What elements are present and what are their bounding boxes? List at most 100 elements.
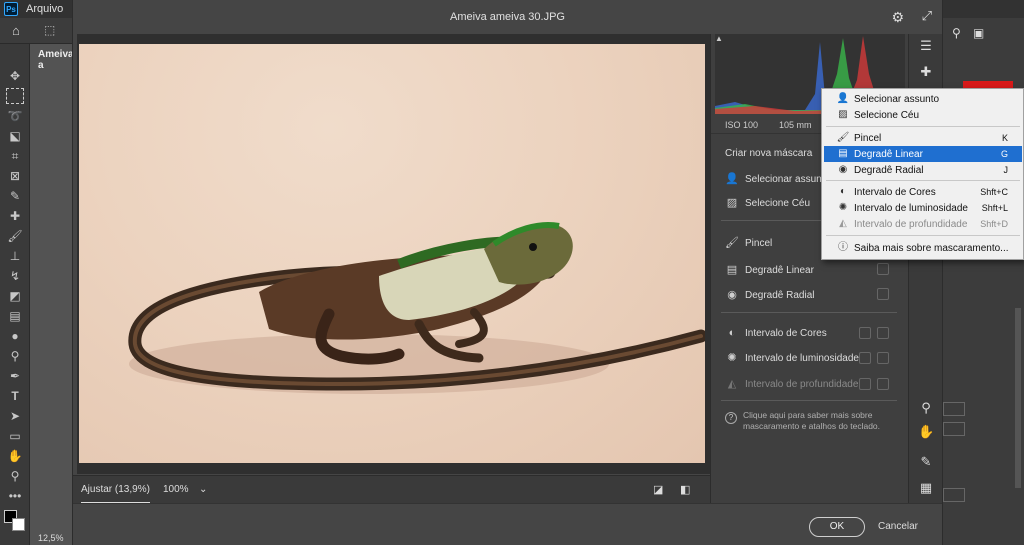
zoom-tool-icon[interactable]: ⚲ <box>6 468 24 484</box>
grid-icon[interactable]: ▦ <box>918 480 934 496</box>
linear-gradient-icon: ▤ <box>838 148 848 159</box>
hand-tool-icon[interactable]: ✋ <box>6 448 24 464</box>
shortcut-key-j <box>877 288 889 300</box>
person-icon: 👤 <box>836 93 850 104</box>
option-linear-gradient[interactable]: ▤ Degradê Linear <box>725 262 814 278</box>
workspace-icon[interactable]: ▣ <box>973 26 984 40</box>
crop-view-icon[interactable]: ◪ <box>653 476 663 504</box>
tools-panel: ✥ ➰ ⬕ ⌗ ⊠ ✎ ✚ 🖌 ⊥ ↯ ◩ ▤ ● ⚲ ✒ T ➤ ▭ ✋ ⚲ … <box>0 44 30 545</box>
photo-preview <box>79 44 708 463</box>
shadow-clip-icon[interactable]: ▲ <box>715 34 723 43</box>
shortcut-key-g <box>877 263 889 275</box>
type-tool-icon[interactable]: T <box>6 388 24 404</box>
expand-icon[interactable]: ⤢ <box>922 8 932 24</box>
cancel-button[interactable]: Cancelar <box>873 517 923 537</box>
menu-item-linear-gradient[interactable]: ▤ Degradê Linear G <box>824 146 1022 162</box>
depth-range-icon: ◭ <box>839 218 847 229</box>
lasso-tool-icon[interactable]: ➰ <box>6 108 24 124</box>
background-color-swatch[interactable] <box>12 518 25 531</box>
panel-field[interactable] <box>943 402 965 416</box>
move-tool-icon[interactable]: ✥ <box>6 68 24 84</box>
radial-gradient-icon: ◉ <box>727 289 737 301</box>
object-select-tool-icon[interactable]: ⬕ <box>6 128 24 144</box>
menu-item-select-sky[interactable]: ▨ Selecione Céu <box>824 107 1022 123</box>
divider <box>721 312 897 313</box>
edit-sliders-icon[interactable]: ☰ <box>918 38 934 54</box>
person-icon: 👤 <box>725 173 739 185</box>
menu-item-select-subject[interactable]: 👤 Selecionar assunto <box>824 91 1022 107</box>
menu-divider <box>826 235 1020 236</box>
divider <box>721 400 897 401</box>
crop-tool-icon[interactable]: ⌗ <box>6 148 24 164</box>
option-depth-range: ◭ Intervalo de profundidade <box>725 376 859 392</box>
shortcut-key-shift <box>859 378 871 390</box>
search-icon[interactable]: ⚲ <box>952 26 961 40</box>
luminance-range-icon: ✺ <box>727 352 737 364</box>
menu-divider <box>826 180 1020 181</box>
zoom-100-button[interactable]: 100% <box>163 476 189 504</box>
document-tab[interactable]: Ameiva a <box>32 44 74 71</box>
depth-range-icon: ◭ <box>727 378 737 390</box>
gear-icon[interactable]: ⚙ <box>891 9 904 26</box>
zoom-icon[interactable]: ⚲ <box>918 400 934 416</box>
eyedropper-tool-icon[interactable]: ✎ <box>6 188 24 204</box>
help-icon: ? <box>725 412 737 424</box>
color-range-icon: ◐ <box>839 186 847 197</box>
path-select-tool-icon[interactable]: ➤ <box>6 408 24 424</box>
healing-icon[interactable]: ✚ <box>918 64 934 80</box>
healing-brush-tool-icon[interactable]: ✚ <box>6 208 24 224</box>
ok-button[interactable]: OK <box>809 517 865 537</box>
frame-tool-icon[interactable]: ⊠ <box>6 168 24 184</box>
menu-item-learn-masking[interactable]: ⓘ Saiba mais sobre mascaramento... <box>824 240 1022 256</box>
sky-icon: ▨ <box>838 109 848 120</box>
zoom-status: 12,5% <box>38 533 64 543</box>
option-select-sky[interactable]: ▨ Selecione Céu <box>725 195 810 211</box>
brush-icon: 🖌 <box>725 237 739 249</box>
brush-tool-icon[interactable]: 🖌 <box>6 228 24 244</box>
eraser-tool-icon[interactable]: ◩ <box>6 288 24 304</box>
menu-item-radial-gradient[interactable]: ◉ Degradê Radial J <box>824 162 1022 178</box>
brush-icon: 🖌 <box>836 132 850 143</box>
panel-scrollbar[interactable] <box>1015 308 1021 488</box>
menu-divider <box>826 126 1020 127</box>
hand-icon[interactable]: ✋ <box>918 424 934 440</box>
menu-item-luminance-range[interactable]: ✺ Intervalo de luminosidade Shft+L <box>824 200 1022 216</box>
option-radial-gradient[interactable]: ◉ Degradê Radial <box>725 287 814 303</box>
fit-zoom-button[interactable]: Ajustar (13,9%) <box>81 476 150 504</box>
before-after-icon[interactable]: ◧ <box>680 476 690 504</box>
create-mask-title: Criar nova máscara <box>725 148 813 159</box>
shortcut-key-l <box>877 352 889 364</box>
option-luminance-range[interactable]: ✺ Intervalo de luminosidade <box>725 350 859 366</box>
panel-field[interactable] <box>943 422 965 436</box>
photoshop-logo: Ps <box>4 2 18 16</box>
option-select-subject[interactable]: 👤 Selecionar assunto <box>725 171 830 187</box>
mask-type-menu: 👤 Selecionar assunto ▨ Selecione Céu 🖌 Pinc… <box>821 88 1024 260</box>
color-sampler-icon[interactable]: ✎ <box>918 454 934 470</box>
option-color-range[interactable]: ◐ Intervalo de Cores <box>725 325 827 341</box>
blur-tool-icon[interactable]: ● <box>6 328 24 344</box>
lizard-image <box>128 222 708 394</box>
menu-arquivo[interactable]: Arquivo <box>26 3 63 15</box>
zoom-dropdown-icon[interactable]: ⌄ <box>199 476 207 504</box>
sky-icon: ▨ <box>726 197 738 209</box>
option-brush[interactable]: 🖌 Pincel <box>725 235 772 251</box>
image-canvas[interactable] <box>77 34 710 474</box>
menu-item-depth-range: ◭ Intervalo de profundidade Shft+D <box>824 216 1022 232</box>
marquee-options-icon[interactable]: ⬚ <box>44 23 55 37</box>
color-range-icon: ◐ <box>728 327 736 339</box>
panel-field[interactable] <box>943 488 965 502</box>
menu-item-brush[interactable]: 🖌 Pincel K <box>824 130 1022 146</box>
menu-item-color-range[interactable]: ◐ Intervalo de Cores Shft+C <box>824 184 1022 200</box>
marquee-tool-icon[interactable] <box>6 88 24 104</box>
masking-help-link[interactable]: ? Clique aqui para saber mais sobre masc… <box>725 410 900 432</box>
rectangle-tool-icon[interactable]: ▭ <box>6 428 24 444</box>
dodge-tool-icon[interactable]: ⚲ <box>6 348 24 364</box>
pen-tool-icon[interactable]: ✒ <box>6 368 24 384</box>
preview-footer: Ajustar (13,9%) 100% ⌄ ◪ ◧ <box>73 475 710 504</box>
gradient-tool-icon[interactable]: ▤ <box>6 308 24 324</box>
help-icon: ⓘ <box>838 242 848 253</box>
more-tools-icon[interactable]: ••• <box>6 488 24 504</box>
history-brush-tool-icon[interactable]: ↯ <box>6 268 24 284</box>
home-icon[interactable]: ⌂ <box>12 23 20 38</box>
clone-stamp-tool-icon[interactable]: ⊥ <box>6 248 24 264</box>
